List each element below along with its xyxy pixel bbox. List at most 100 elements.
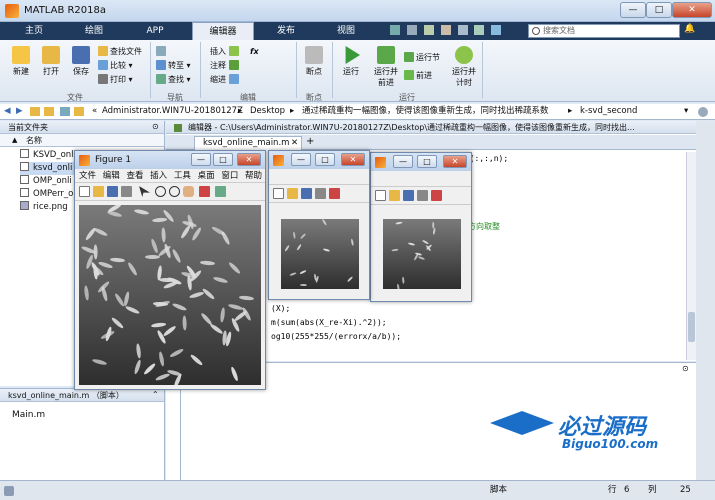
path-dropdown-icon[interactable]: ▾ bbox=[684, 104, 688, 119]
figure-window-3[interactable]: — □ ✕ bbox=[370, 152, 472, 302]
name-column-header[interactable]: ▲ 名称 bbox=[0, 134, 164, 147]
save-icon[interactable] bbox=[301, 188, 312, 199]
new-figure-icon[interactable] bbox=[375, 190, 386, 201]
minimize-button[interactable]: — bbox=[393, 155, 413, 168]
back-button[interactable] bbox=[156, 46, 168, 58]
open-icon[interactable] bbox=[389, 190, 400, 201]
run-and-advance-button[interactable]: 运行并 前进 bbox=[372, 46, 400, 88]
close-button[interactable]: ✕ bbox=[443, 155, 467, 168]
save-button[interactable]: 保存 bbox=[68, 46, 94, 77]
paste-icon[interactable] bbox=[440, 25, 451, 35]
data-cursor-icon[interactable] bbox=[431, 190, 442, 201]
maximize-button[interactable]: □ bbox=[213, 153, 233, 166]
minimize-button[interactable]: — bbox=[291, 153, 311, 166]
print-button[interactable]: 打印 ▾ bbox=[98, 74, 133, 86]
path-segment[interactable]: 通过稀疏重构一幅图像，使得该图像重新生成，同时找出稀疏系数 bbox=[302, 104, 549, 119]
fx-button[interactable]: fx bbox=[250, 46, 259, 58]
minimize-button[interactable]: — bbox=[620, 2, 646, 18]
figure-title-bar[interactable]: — □ ✕ bbox=[269, 151, 369, 169]
new-figure-icon[interactable] bbox=[273, 188, 284, 199]
notification-icon[interactable]: 🔔 bbox=[684, 24, 696, 38]
open-icon[interactable] bbox=[93, 186, 104, 197]
indent-button[interactable]: 缩进 bbox=[210, 74, 241, 86]
path-segment[interactable]: k-svd_second bbox=[580, 104, 637, 119]
menu-window[interactable]: 窗口 bbox=[221, 171, 238, 181]
advance-button[interactable]: 前进 bbox=[404, 70, 432, 82]
compare-button[interactable]: 比较 ▾ bbox=[98, 60, 133, 72]
close-button[interactable]: ✕ bbox=[237, 153, 261, 166]
help-icon[interactable] bbox=[491, 25, 502, 35]
menu-edit[interactable]: 编辑 bbox=[103, 171, 120, 181]
find-files-button[interactable]: 查找文件 bbox=[98, 46, 142, 58]
data-cursor-icon[interactable] bbox=[199, 186, 210, 197]
figure-window-2[interactable]: — □ ✕ bbox=[268, 150, 370, 300]
path-segment[interactable]: Desktop bbox=[250, 104, 285, 119]
run-section-button[interactable]: 运行节 bbox=[404, 52, 440, 64]
goto-button[interactable]: 转至 ▾ bbox=[156, 60, 191, 72]
minimize-button[interactable]: — bbox=[191, 153, 211, 166]
menu-help[interactable]: 帮助 bbox=[245, 171, 262, 181]
figure-title-bar[interactable]: Figure 1 — □ ✕ bbox=[75, 151, 265, 169]
maximize-button[interactable]: □ bbox=[417, 155, 437, 168]
menu-desktop[interactable]: 桌面 bbox=[198, 171, 215, 181]
figure-title-bar[interactable]: — □ ✕ bbox=[371, 153, 471, 171]
address-bar[interactable]: ◀ ▶ « Administrator.WIN7U-20180127Z ▸ De… bbox=[0, 104, 715, 120]
up-folder-icon[interactable] bbox=[30, 107, 40, 116]
brush-icon[interactable] bbox=[215, 186, 226, 197]
scrollbar-thumb[interactable] bbox=[688, 312, 695, 342]
tab-apps[interactable]: APP bbox=[130, 22, 180, 40]
new-tab-button[interactable]: + bbox=[306, 136, 314, 147]
open-icon[interactable] bbox=[287, 188, 298, 199]
browse-folder-icon[interactable] bbox=[44, 107, 54, 116]
undo-icon[interactable] bbox=[457, 25, 468, 35]
panel-menu-icon[interactable]: ⊙ bbox=[152, 122, 159, 131]
save-icon[interactable] bbox=[403, 190, 414, 201]
breakpoints-button[interactable]: 断点 bbox=[300, 46, 328, 77]
close-tab-icon[interactable]: ✕ bbox=[291, 137, 298, 150]
editor-scrollbar[interactable] bbox=[686, 152, 696, 360]
run-and-time-button[interactable]: 运行并 计时 bbox=[450, 46, 478, 88]
menu-file[interactable]: 文件 bbox=[79, 171, 96, 181]
open-button[interactable]: 打开 bbox=[38, 46, 64, 77]
maximize-button[interactable]: □ bbox=[646, 2, 672, 18]
print-icon[interactable] bbox=[121, 186, 132, 197]
code-area-lower[interactable]: (X); m(sum(abs(X_re-Xi).^2)); og10(255*2… bbox=[265, 300, 465, 360]
comment-button[interactable]: 注释 bbox=[210, 60, 241, 72]
cut-icon[interactable] bbox=[406, 25, 417, 35]
new-figure-icon[interactable] bbox=[79, 186, 90, 197]
menu-insert[interactable]: 插入 bbox=[150, 171, 167, 181]
search-folder-icon[interactable] bbox=[698, 107, 708, 117]
insert-button[interactable]: 插入 bbox=[210, 46, 241, 58]
path-prefix[interactable]: « bbox=[92, 104, 97, 119]
print-icon[interactable] bbox=[315, 188, 326, 199]
print-icon[interactable] bbox=[417, 190, 428, 201]
menu-tools[interactable]: 工具 bbox=[174, 171, 191, 181]
save-icon[interactable] bbox=[107, 186, 118, 197]
close-button[interactable]: ✕ bbox=[672, 2, 712, 18]
find-button[interactable]: 查找 ▾ bbox=[156, 74, 191, 86]
path-segment[interactable]: Administrator.WIN7U-20180127Z bbox=[102, 104, 243, 119]
save-icon[interactable] bbox=[390, 25, 400, 35]
pointer-icon[interactable] bbox=[139, 186, 150, 197]
run-button[interactable]: 运行 bbox=[338, 46, 364, 77]
search-documentation-input[interactable]: 搜索文档 bbox=[528, 24, 680, 38]
zoom-out-icon[interactable] bbox=[169, 186, 180, 197]
close-button[interactable]: ✕ bbox=[341, 153, 365, 166]
maximize-button[interactable]: □ bbox=[315, 153, 335, 166]
copy-icon[interactable] bbox=[423, 25, 434, 35]
details-collapse-icon[interactable]: ⌃ bbox=[152, 390, 159, 399]
redo-icon[interactable] bbox=[474, 25, 485, 35]
tab-plots[interactable]: 绘图 bbox=[70, 22, 118, 40]
zoom-in-icon[interactable] bbox=[155, 186, 166, 197]
tab-view[interactable]: 视图 bbox=[320, 22, 372, 40]
editor-tab-ksvd-online-main[interactable]: ksvd_online_main.m ✕ bbox=[194, 136, 302, 150]
tab-home[interactable]: 主页 bbox=[10, 22, 58, 40]
tab-publish[interactable]: 发布 bbox=[260, 22, 312, 40]
command-window-menu-icon[interactable]: ⊙ bbox=[682, 364, 689, 373]
tab-editor[interactable]: 编辑器 bbox=[192, 22, 254, 40]
code-area[interactable]: at(:,:,n); 东方向取整 bbox=[460, 150, 685, 360]
back-icon[interactable]: ◀ bbox=[4, 104, 11, 119]
data-cursor-icon[interactable] bbox=[329, 188, 340, 199]
figure-window-1[interactable]: Figure 1 — □ ✕ 文件 编辑 查看 插入 工具 桌面 窗口 帮助 bbox=[74, 150, 266, 390]
forward-icon[interactable]: ▶ bbox=[16, 104, 23, 119]
